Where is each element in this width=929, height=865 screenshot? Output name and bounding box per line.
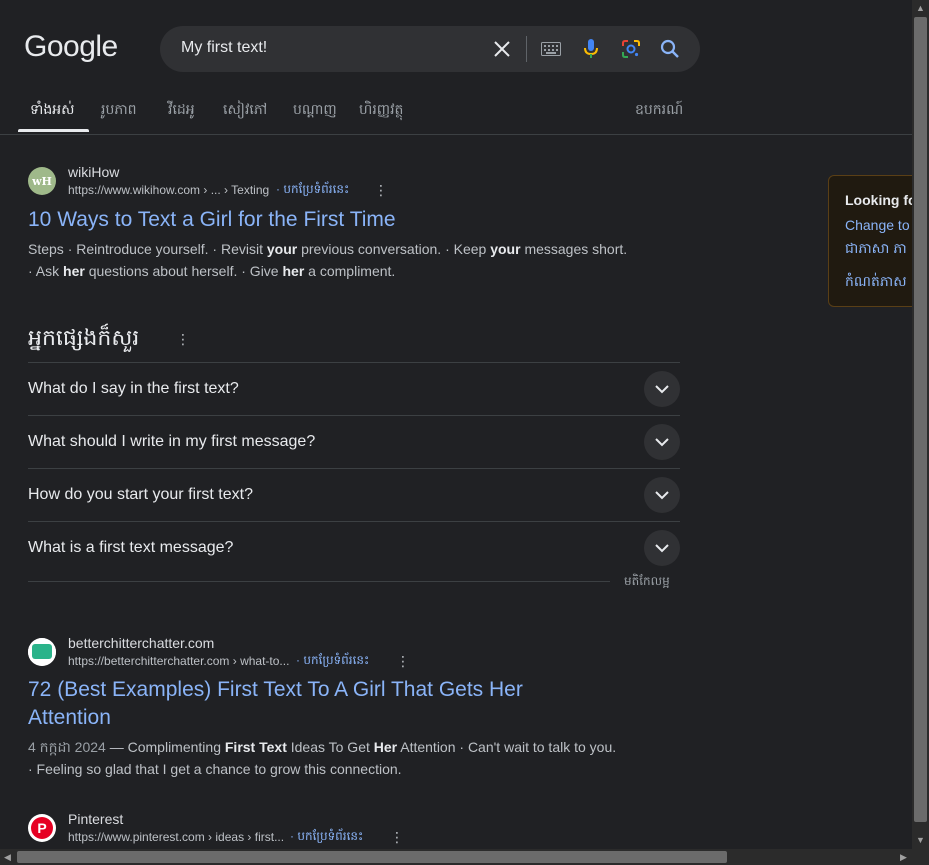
paa-question[interactable]: What should I write in my first message?	[28, 415, 680, 468]
search-icon[interactable]	[658, 37, 682, 61]
result-site-name[interactable]: Pinterest	[68, 811, 123, 827]
search-input[interactable]: My first text!	[181, 39, 267, 57]
scroll-up-icon[interactable]: ▲	[916, 3, 925, 13]
svg-text:P: P	[37, 820, 46, 836]
scroll-left-icon[interactable]: ◀	[4, 852, 11, 863]
tab-web[interactable]: បណ្ដាញ	[293, 100, 337, 121]
result-site-name[interactable]: wikiHow	[68, 164, 119, 180]
change-language-link[interactable]: Change to E	[845, 217, 919, 233]
translate-page-link[interactable]: · បកប្រែទំព័រនេះ	[290, 828, 363, 846]
result-url[interactable]: https://betterchitterchatter.com › what-…	[68, 654, 289, 668]
tab-images[interactable]: រូបភាព	[101, 100, 137, 121]
keyboard-icon[interactable]	[539, 37, 563, 61]
panel-title: Looking fo	[845, 192, 917, 208]
more-options-icon[interactable]: ⋮	[374, 182, 388, 199]
more-options-icon[interactable]: ⋮	[390, 829, 404, 846]
language-link[interactable]: ជាភាសា ភា	[845, 239, 907, 260]
result-url[interactable]: https://www.wikihow.com › ... › Texting	[68, 183, 269, 197]
clear-icon[interactable]	[490, 37, 514, 61]
translate-page-link[interactable]: · បកប្រែទំព័រនេះ	[296, 652, 369, 670]
pinterest-favicon: P	[28, 814, 56, 842]
microphone-icon[interactable]	[579, 37, 603, 61]
paa-question[interactable]: What do I say in the first text?	[28, 362, 680, 415]
result-site-name[interactable]: betterchitterchatter.com	[68, 635, 214, 651]
wikihow-favicon: wH	[28, 167, 56, 195]
active-tab-indicator	[18, 129, 89, 132]
search-tabs: ទាំងអស់ រូបភាព វីដេអូ សៀវភៅ បណ្ដាញ ហិរញ្…	[0, 100, 912, 135]
chevron-down-icon[interactable]	[644, 477, 680, 513]
result-title-link[interactable]: 72 (Best Examples) First Text To A Girl …	[28, 676, 523, 732]
tab-videos[interactable]: វីដេអូ	[168, 100, 195, 121]
scroll-down-icon[interactable]: ▼	[916, 835, 925, 845]
scroll-right-icon[interactable]: ▶	[900, 852, 907, 863]
feedback-link[interactable]: មតិកែលម្អ	[624, 573, 670, 591]
result-url[interactable]: https://www.pinterest.com › ideas › firs…	[68, 830, 284, 844]
scrollbar-corner	[912, 849, 929, 865]
google-logo[interactable]: Google	[24, 30, 118, 64]
tools-button[interactable]: ឧបករណ៍	[635, 100, 683, 121]
language-suggestion-panel: Looking fo Change to E ជាភាសា ភា កំណត់ភា…	[828, 175, 920, 307]
chevron-down-icon[interactable]	[644, 530, 680, 566]
vertical-scrollbar[interactable]: ▲ ▼	[912, 0, 929, 849]
tab-all[interactable]: ទាំងអស់	[30, 100, 74, 121]
betterchitterchatter-favicon	[28, 638, 56, 666]
chevron-down-icon[interactable]	[644, 371, 680, 407]
paa-more-options-icon[interactable]: ⋮	[176, 331, 190, 348]
search-divider	[526, 36, 527, 62]
more-options-icon[interactable]: ⋮	[396, 653, 410, 670]
vertical-scroll-thumb[interactable]	[914, 17, 927, 822]
tab-finance[interactable]: ហិរញ្ញវត្ថុ	[359, 100, 403, 121]
chevron-down-icon[interactable]	[644, 424, 680, 460]
search-box[interactable]: My first text!	[160, 26, 700, 72]
result-snippet: 4 កក្កដា 2024 — Complimenting First Text…	[28, 739, 617, 777]
paa-question[interactable]: How do you start your first text?	[28, 468, 680, 521]
horizontal-scroll-thumb[interactable]	[17, 851, 727, 863]
tab-books[interactable]: សៀវភៅ	[223, 100, 267, 121]
result-snippet: Steps · Reintroduce yourself. · Revisit …	[28, 241, 628, 279]
paa-question[interactable]: What is a first text message?	[28, 521, 680, 574]
people-also-ask-heading: អ្នកផ្សេងក៏សួរ	[28, 325, 140, 350]
paa-divider	[28, 581, 610, 582]
language-settings-link[interactable]: កំណត់ភាស	[845, 272, 907, 293]
horizontal-scrollbar[interactable]: ◀ ▶	[0, 849, 912, 865]
translate-page-link[interactable]: · បកប្រែទំព័រនេះ	[276, 181, 349, 199]
google-lens-icon[interactable]	[619, 37, 643, 61]
result-title-link[interactable]: 10 Ways to Text a Girl for the First Tim…	[28, 206, 396, 234]
